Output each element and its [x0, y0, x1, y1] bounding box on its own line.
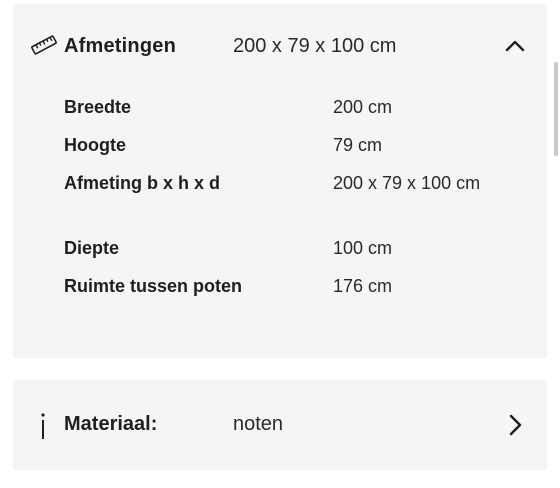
dimensions-title: Afmetingen [64, 35, 176, 57]
spec-row-breedte: Breedte 200 cm [64, 94, 494, 132]
spec-row-hoogte: Hoogte 79 cm [64, 132, 494, 170]
material-section[interactable]: Materiaal: noten [13, 380, 547, 470]
spec-label: Afmeting b x h x d [64, 173, 221, 193]
spec-row-afmeting: Afmeting b x h x d 200 x 79 x 100 cm [64, 170, 494, 235]
product-details-panel: Afmetingen 200 x 79 x 100 cm Breedte 200… [0, 0, 560, 488]
spec-label: Breedte [64, 97, 132, 117]
dimensions-section: Afmetingen 200 x 79 x 100 cm Breedte 200… [13, 4, 547, 358]
chevron-right-icon[interactable] [503, 413, 527, 437]
spec-label: Diepte [64, 238, 120, 258]
chevron-up-icon[interactable] [503, 34, 527, 58]
spec-value: 79 cm [333, 135, 383, 155]
scrollbar[interactable] [554, 62, 558, 156]
ruler-icon [31, 35, 57, 55]
spec-value: 100 cm [333, 238, 393, 258]
spec-value: 200 x 79 x 100 cm [333, 173, 481, 193]
material-title: Materiaal: [64, 413, 158, 435]
spec-value: 176 cm [333, 276, 393, 296]
dimensions-summary: 200 x 79 x 100 cm [233, 35, 397, 57]
spec-row-diepte: Diepte 100 cm [64, 235, 494, 273]
spec-label: Ruimte tussen poten [64, 276, 243, 296]
dimensions-header[interactable]: Afmetingen 200 x 79 x 100 cm [13, 26, 547, 70]
dimensions-spec-table: Breedte 200 cm Hoogte 79 cm Afmeting b x… [64, 94, 494, 333]
spec-label: Hoogte [64, 135, 126, 155]
spec-value: 200 cm [333, 97, 393, 117]
info-icon [41, 413, 45, 439]
spec-row-ruimte-tussen-poten: Ruimte tussen poten 176 cm [64, 273, 494, 333]
material-value: noten [233, 413, 284, 435]
